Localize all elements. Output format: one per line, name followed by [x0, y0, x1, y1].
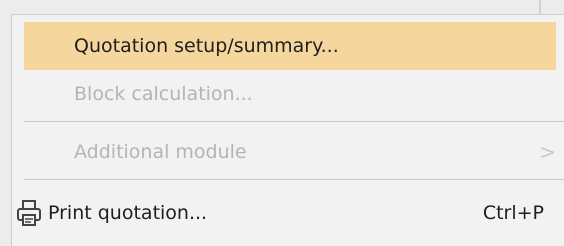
menu-separator — [24, 179, 564, 180]
menu-item-quotation-setup[interactable]: Quotation setup/summary... — [24, 22, 556, 70]
menu-item-print-quotation[interactable]: Print quotation... Ctrl+P — [12, 189, 544, 237]
menu-item-label: Additional module — [74, 141, 247, 163]
screen: Quotation setup/summary... Block calcula… — [0, 0, 564, 246]
background-divider — [539, 0, 541, 14]
menu-item-label: Block calculation... — [74, 83, 253, 105]
printer-icon — [17, 200, 41, 226]
chevron-right-icon: > — [539, 140, 556, 164]
menu-item-block-calculation[interactable]: Block calculation... — [24, 70, 556, 118]
keyboard-shortcut: Ctrl+P — [482, 202, 544, 224]
context-menu: Quotation setup/summary... Block calcula… — [11, 14, 564, 246]
menu-separator — [24, 121, 564, 122]
menu-item-label: Quotation setup/summary... — [74, 35, 339, 57]
menu-item-label: Print quotation... — [48, 202, 208, 224]
menu-item-additional-module[interactable]: Additional module > — [24, 128, 556, 176]
